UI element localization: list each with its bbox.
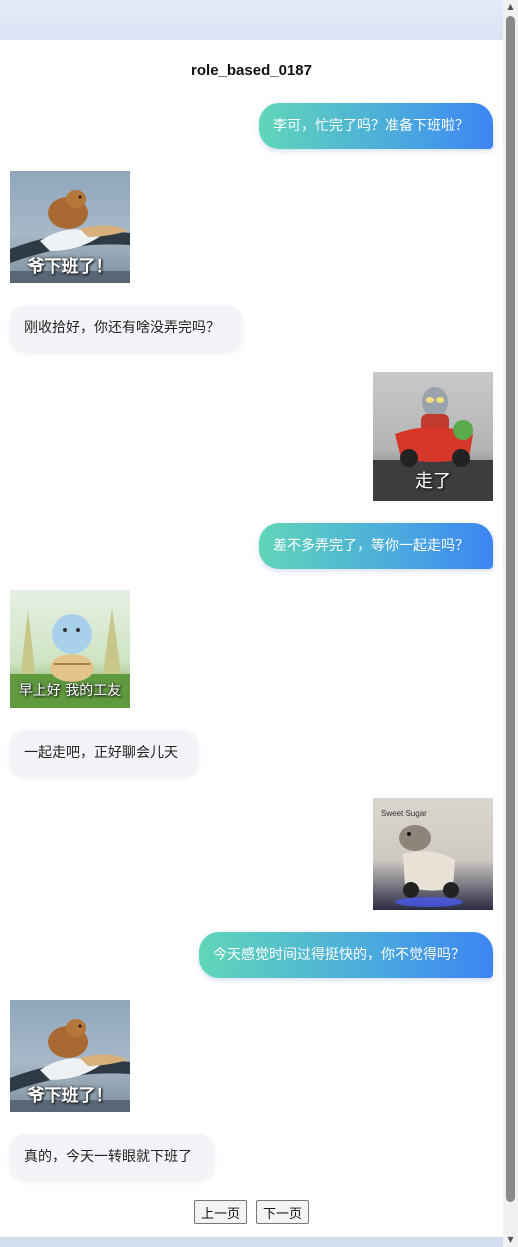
ultraman-toy-car-sticker: 走了 [373,372,493,501]
message-bubble-incoming: 一起走吧，正好聊会儿天 [10,730,198,776]
message-bubble-outgoing: 差不多弄完了，等你一起走吗？ [259,523,493,569]
hamster-scooter-sticker: Sweet Sugar [373,798,493,910]
capybara-riding-pelican-sticker: 爷下班了！ [10,1000,130,1112]
message-bubble-outgoing: 李可，忙完了吗？准备下班啦？ [259,103,493,149]
hamster-illustration: Sweet Sugar [381,809,463,907]
sticker-caption: 爷下班了！ [27,1086,113,1106]
scrollbar-thumb[interactable] [506,16,515,1202]
message-bubble-outgoing: 今天感觉时间过得挺快的，你不觉得吗？ [199,932,493,978]
svg-text:Sweet Sugar: Sweet Sugar [381,809,427,818]
capybara-riding-pelican-sticker: 爷下班了！ [10,171,130,283]
scroll-down-arrow-icon[interactable]: ▼ [503,1233,518,1247]
top-band [0,0,503,40]
pagination: 上一页 下一页 [0,1200,503,1224]
next-page-button[interactable]: 下一页 [256,1200,310,1224]
bottom-band [0,1237,503,1247]
sticker-caption: 早上好 我的工友 [18,683,122,699]
page-title: role_based_0187 [191,62,312,79]
squirtle-sticker: 早上好 我的工友 [10,590,130,708]
scroll-up-arrow-icon[interactable]: ▲ [503,0,518,14]
sticker-caption: 走了 [415,471,451,492]
prev-page-button[interactable]: 上一页 [193,1200,247,1224]
message-bubble-incoming: 真的，今天一转眼就下班了 [10,1134,214,1180]
message-bubble-incoming: 刚收拾好，你还有啥没弄完吗？ [10,305,242,351]
sticker-caption: 爷下班了！ [27,257,113,277]
